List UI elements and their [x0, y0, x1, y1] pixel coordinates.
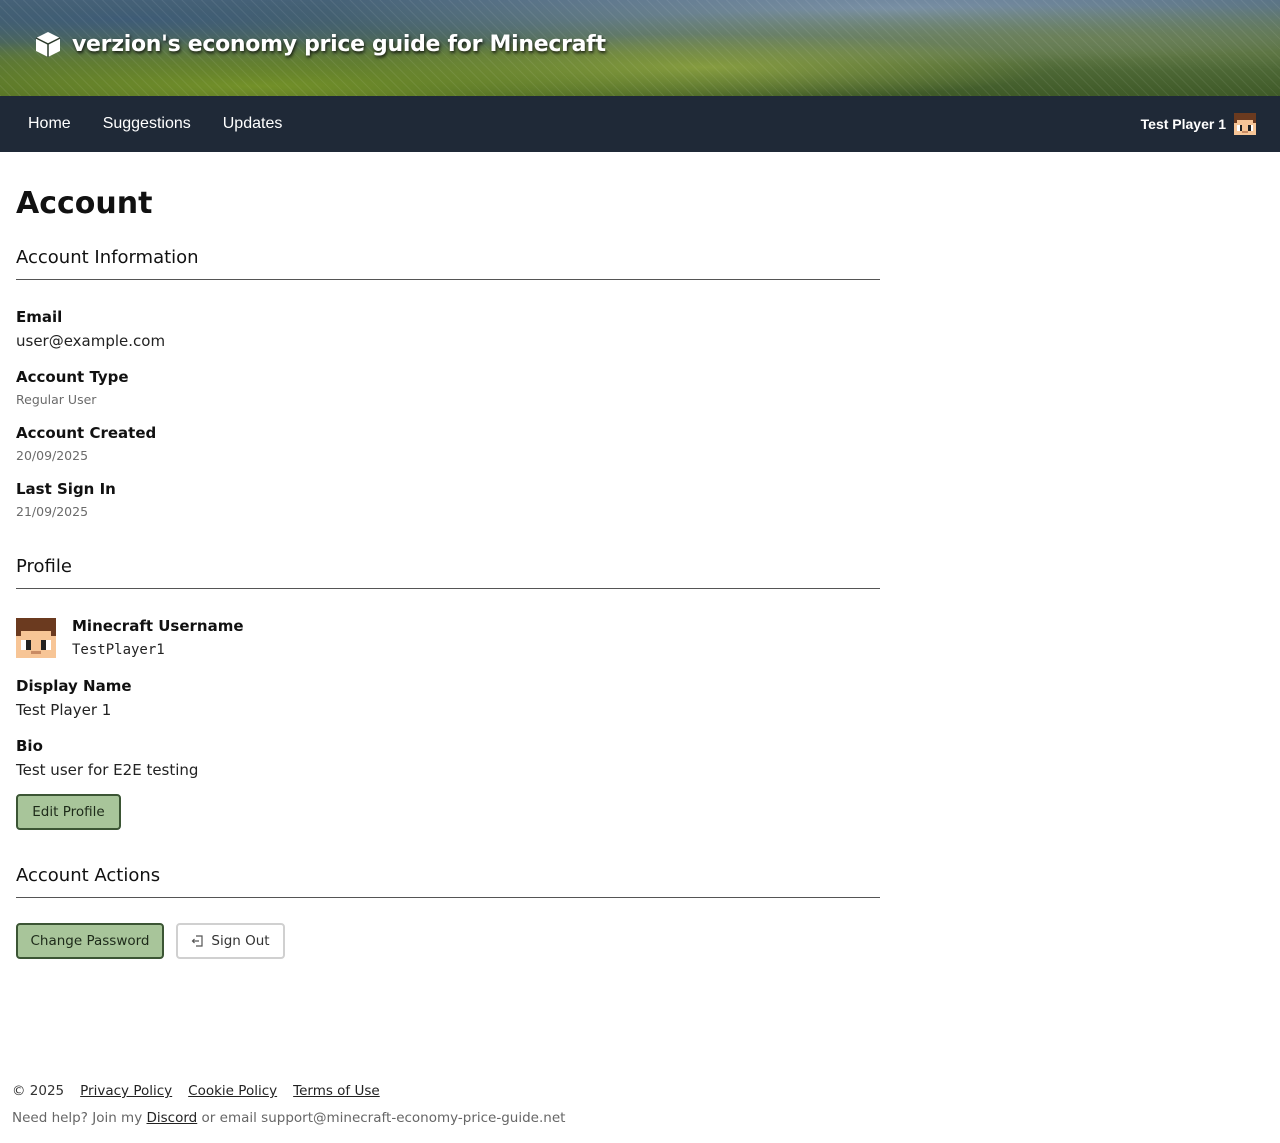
avatar: [1234, 113, 1256, 135]
footer-links: © 2025 Privacy Policy Cookie Policy Term…: [12, 1083, 565, 1099]
account-type-value: Regular User: [16, 392, 97, 407]
user-menu[interactable]: Test Player 1: [1141, 113, 1256, 135]
nav-suggestions[interactable]: Suggestions: [103, 115, 191, 133]
account-created-value: 20/09/2025: [16, 448, 89, 463]
footer: © 2025 Privacy Policy Cookie Policy Term…: [12, 1083, 565, 1126]
site-title-text: verzion's economy price guide for Minecr…: [72, 31, 606, 57]
terms-of-use-link[interactable]: Terms of Use: [293, 1083, 380, 1099]
account-info-heading: Account Information: [16, 247, 880, 280]
discord-link[interactable]: Discord: [147, 1110, 198, 1126]
page-title: Account: [16, 186, 153, 221]
bio-value: Test user for E2E testing: [16, 761, 199, 779]
cookie-policy-link[interactable]: Cookie Policy: [188, 1083, 277, 1099]
help-prefix: Need help? Join my: [12, 1110, 143, 1126]
top-nav: Home Suggestions Updates Test Player 1: [0, 96, 1280, 152]
site-title[interactable]: verzion's economy price guide for Minecr…: [34, 30, 606, 58]
profile-avatar: [16, 618, 56, 658]
nav-links: Home Suggestions Updates: [28, 115, 282, 133]
help-suffix: or email support@minecraft-economy-price…: [201, 1110, 566, 1126]
account-actions-heading: Account Actions: [16, 865, 880, 898]
footer-help: Need help? Join my Discord or email supp…: [12, 1110, 565, 1126]
display-name-label: Display Name: [16, 677, 132, 695]
sign-out-label: Sign Out: [211, 933, 270, 949]
bio-label: Bio: [16, 737, 43, 755]
last-sign-in-value: 21/09/2025: [16, 504, 89, 519]
privacy-policy-link[interactable]: Privacy Policy: [80, 1083, 172, 1099]
copyright: © 2025: [12, 1083, 65, 1099]
sign-out-icon: [192, 935, 203, 947]
display-name-value: Test Player 1: [16, 701, 112, 719]
edit-profile-button[interactable]: Edit Profile: [16, 794, 121, 830]
email-value: user@example.com: [16, 332, 166, 350]
profile-heading: Profile: [16, 556, 880, 589]
nav-home[interactable]: Home: [28, 115, 71, 133]
sign-out-button[interactable]: Sign Out: [176, 923, 285, 959]
change-password-button[interactable]: Change Password: [16, 923, 164, 959]
email-label: Email: [16, 308, 63, 326]
cube-icon: [35, 32, 61, 57]
mc-username-label: Minecraft Username: [72, 617, 244, 635]
account-created-label: Account Created: [16, 424, 157, 442]
user-name: Test Player 1: [1140, 116, 1226, 132]
nav-updates[interactable]: Updates: [223, 115, 283, 133]
account-type-label: Account Type: [16, 368, 129, 386]
last-sign-in-label: Last Sign In: [16, 480, 116, 498]
mc-username-value: TestPlayer1: [72, 642, 165, 658]
header-banner: verzion's economy price guide for Minecr…: [0, 0, 1280, 96]
